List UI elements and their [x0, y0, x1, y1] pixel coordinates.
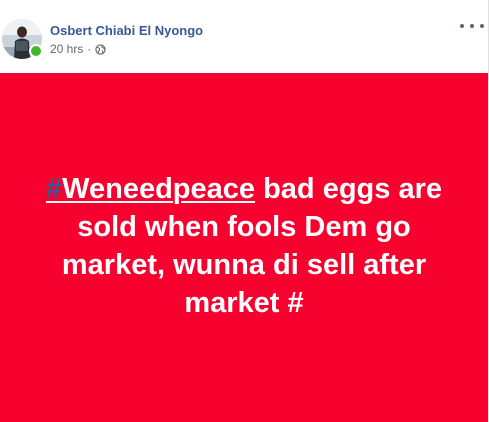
online-status-indicator [29, 44, 43, 58]
hashtag-symbol: # [46, 173, 63, 205]
author-name[interactable]: Osbert Chiabi El Nyongo [50, 23, 203, 38]
more-options-dot [480, 24, 484, 28]
post-meta: 20 hrs · [50, 42, 107, 56]
more-options-icon[interactable] [460, 17, 484, 35]
hashtag-word: Weneedpeace [62, 173, 256, 205]
more-options-dot [470, 24, 474, 28]
globe-icon[interactable] [95, 43, 107, 55]
author-avatar[interactable] [2, 19, 43, 59]
post-text: #Weneedpeace bad eggs are sold when fool… [24, 170, 464, 322]
post-card: Osbert Chiabi El Nyongo 20 hrs · #Weneed… [0, 0, 489, 422]
more-options-dot [460, 24, 464, 28]
post-timestamp[interactable]: 20 hrs [50, 42, 83, 56]
colored-background-post: #Weneedpeace bad eggs are sold when fool… [0, 73, 488, 422]
meta-separator: · [87, 42, 92, 56]
hashtag-link[interactable]: #Weneedpeace [46, 173, 255, 205]
post-header: Osbert Chiabi El Nyongo 20 hrs · [0, 0, 488, 73]
